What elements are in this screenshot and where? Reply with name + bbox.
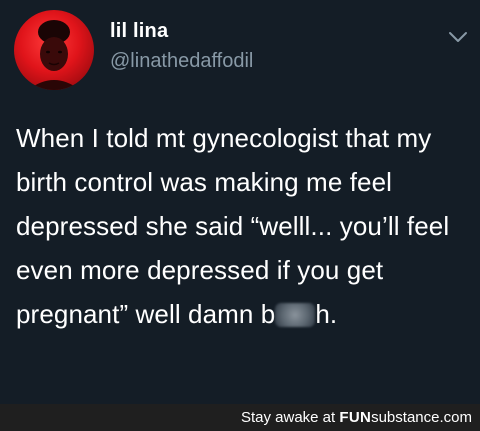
chevron-down-icon[interactable] <box>448 30 468 44</box>
tweet-card: lil lina @linathedaffodil When I told mt… <box>0 0 480 404</box>
tweet-text: When I told mt gynecologist that my birt… <box>16 116 471 336</box>
tweet-text-main: When I told mt gynecologist that my birt… <box>16 123 450 329</box>
watermark-brand-main: FUN <box>339 409 372 426</box>
watermark-bar: Stay awake at FUNsubstance.com <box>0 404 480 431</box>
watermark: Stay awake at FUNsubstance.com <box>241 409 472 426</box>
censor-blur <box>275 303 316 327</box>
watermark-prefix: Stay awake at <box>240 409 340 426</box>
user-handle[interactable]: @linathedaffodil <box>110 50 253 73</box>
avatar[interactable] <box>14 10 94 90</box>
profile-photo-icon <box>28 20 80 90</box>
watermark-brand-sub: substance <box>371 409 440 426</box>
watermark-brand-suffix: .com <box>439 409 472 426</box>
display-name[interactable]: lil lina <box>110 20 168 43</box>
tweet-text-end: h. <box>315 299 338 329</box>
